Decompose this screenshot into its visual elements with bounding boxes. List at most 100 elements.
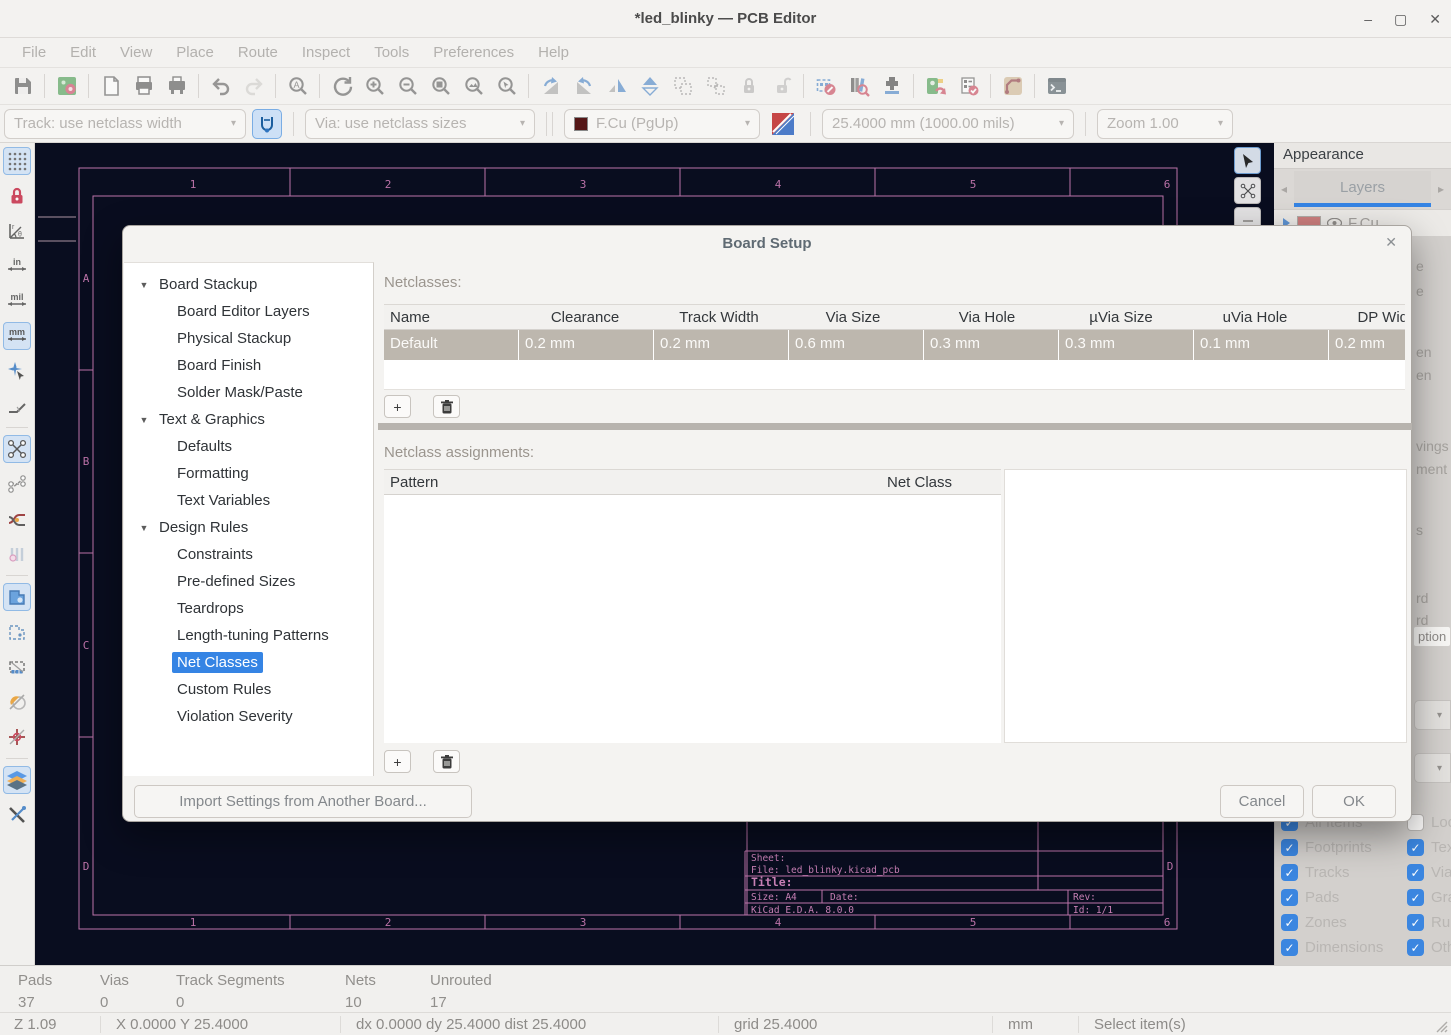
collapse-arrow-icon[interactable]: ▼: [134, 415, 154, 425]
netclass-row-default[interactable]: Default 0.2 mm 0.2 mm 0.6 mm 0.3 mm 0.3 …: [384, 330, 1405, 360]
lock-icon[interactable]: [732, 71, 765, 101]
filter-text[interactable]: ✓Text: [1407, 839, 1451, 856]
checkbox-checked-icon[interactable]: ✓: [1407, 864, 1424, 881]
ok-button[interactable]: OK: [1312, 785, 1396, 818]
unlock-icon[interactable]: [765, 71, 798, 101]
browse-footprints-icon[interactable]: [842, 71, 875, 101]
checkbox-checked-icon[interactable]: ✓: [1281, 839, 1298, 856]
grid-select[interactable]: 25.4000 mm (1000.00 mils) ▾: [822, 109, 1074, 139]
menu-route[interactable]: Route: [226, 44, 290, 61]
tree-item-board-finish[interactable]: Board Finish: [124, 352, 373, 379]
tree-item-net-classes[interactable]: Net Classes: [124, 649, 373, 676]
filter-tracks[interactable]: ✓Tracks: [1281, 864, 1349, 881]
zoom-selection-icon[interactable]: [490, 71, 523, 101]
track-width-select[interactable]: Track: use netclass width ▾: [4, 109, 246, 139]
zoom-fit-page-icon[interactable]: [424, 71, 457, 101]
snap-cursor-icon[interactable]: [3, 357, 31, 385]
insert-footprint-icon[interactable]: [875, 71, 908, 101]
cancel-button[interactable]: Cancel: [1220, 785, 1304, 818]
zoom-in-icon[interactable]: [358, 71, 391, 101]
refresh-view-icon[interactable]: [325, 71, 358, 101]
add-assignment-button[interactable]: +: [384, 750, 411, 773]
menu-help[interactable]: Help: [526, 44, 581, 61]
filter-pads[interactable]: ✓Pads: [1281, 889, 1339, 906]
checkbox-checked-icon[interactable]: ✓: [1407, 939, 1424, 956]
collapse-arrow-icon[interactable]: ▼: [134, 523, 154, 533]
sketch-footprints-icon[interactable]: [3, 653, 31, 681]
undo-icon[interactable]: [204, 71, 237, 101]
edit-footprint-icon[interactable]: [809, 71, 842, 101]
ungroup-icon[interactable]: [699, 71, 732, 101]
flip-horizontal-icon[interactable]: [600, 71, 633, 101]
import-settings-button[interactable]: Import Settings from Another Board...: [134, 785, 472, 818]
menu-place[interactable]: Place: [164, 44, 226, 61]
delete-assignment-button[interactable]: [433, 750, 460, 773]
clipped-dropdown[interactable]: ▾: [1414, 753, 1451, 783]
redo-icon[interactable]: [237, 71, 270, 101]
grid-dots-icon[interactable]: [3, 147, 31, 175]
menu-edit[interactable]: Edit: [58, 44, 108, 61]
zone-outline-icon[interactable]: [3, 618, 31, 646]
curved-ratsnest-icon[interactable]: [3, 470, 31, 498]
group-icon[interactable]: [666, 71, 699, 101]
tree-item-pre-defined-sizes[interactable]: Pre-defined Sizes: [124, 568, 373, 595]
units-mm-icon[interactable]: mm: [3, 322, 31, 350]
scripting-console-icon[interactable]: [1040, 71, 1073, 101]
net-highlight-icon[interactable]: [3, 505, 31, 533]
filter-footprints[interactable]: ✓Footprints: [1281, 839, 1372, 856]
route-inspect-icon[interactable]: [996, 71, 1029, 101]
tree-item-formatting[interactable]: Formatting: [124, 460, 373, 487]
tab-scroll-left-icon[interactable]: ◂: [1274, 182, 1294, 196]
menu-preferences[interactable]: Preferences: [421, 44, 526, 61]
minimize-icon[interactable]: –: [1364, 11, 1372, 27]
print-icon[interactable]: [127, 71, 160, 101]
zoom-fit-objects-icon[interactable]: [457, 71, 490, 101]
checkbox-checked-icon[interactable]: ✓: [1281, 864, 1298, 881]
checkbox-checked-icon[interactable]: ✓: [1407, 889, 1424, 906]
zone-filled-icon[interactable]: [3, 583, 31, 611]
tree-item-constraints[interactable]: Constraints: [124, 541, 373, 568]
mirror-vertical-icon[interactable]: [633, 71, 666, 101]
local-ratsnest-icon[interactable]: [1234, 177, 1261, 204]
filter-vias[interactable]: ✓Vias: [1407, 864, 1451, 881]
menu-view[interactable]: View: [108, 44, 164, 61]
tree-item-defaults[interactable]: Defaults: [124, 433, 373, 460]
checkbox-checked-icon[interactable]: ✓: [1407, 839, 1424, 856]
filter-rule-areas[interactable]: ✓Rule Areas: [1407, 914, 1451, 931]
active-layer-select[interactable]: F.Cu (PgUp) ▾: [564, 109, 760, 139]
sketch-vias-icon[interactable]: [3, 723, 31, 751]
polar-coords-icon[interactable]: rθ: [3, 217, 31, 245]
delete-netclass-button[interactable]: [433, 395, 460, 418]
filter-graphics[interactable]: ✓Graphics: [1407, 889, 1451, 906]
tree-item-length-tuning-patterns[interactable]: Length-tuning Patterns: [124, 622, 373, 649]
tree-item-text-graphics[interactable]: ▼Text & Graphics: [124, 406, 373, 433]
layer-pair-icon[interactable]: [766, 109, 799, 139]
menu-file[interactable]: File: [10, 44, 58, 61]
page-settings-icon[interactable]: [94, 71, 127, 101]
design-rules-check-icon[interactable]: [952, 71, 985, 101]
update-pcb-from-schematic-icon[interactable]: [919, 71, 952, 101]
collapse-arrow-icon[interactable]: ▼: [134, 280, 154, 290]
tree-item-teardrops[interactable]: Teardrops: [124, 595, 373, 622]
select-tool-icon[interactable]: [1234, 147, 1261, 174]
filter-dimensions[interactable]: ✓Dimensions: [1281, 939, 1383, 956]
tab-scroll-right-icon[interactable]: ▸: [1431, 182, 1451, 196]
via-size-select[interactable]: Via: use netclass sizes ▾: [305, 109, 535, 139]
tree-item-design-rules[interactable]: ▼Design Rules: [124, 514, 373, 541]
tree-item-board-stackup[interactable]: ▼Board Stackup: [124, 271, 373, 298]
save-icon[interactable]: [6, 71, 39, 101]
splitter-handle[interactable]: [378, 423, 1412, 430]
menu-inspect[interactable]: Inspect: [290, 44, 362, 61]
close-icon[interactable]: ✕: [1429, 11, 1441, 28]
hide-ratsnest-icon[interactable]: [3, 540, 31, 568]
checkbox-checked-icon[interactable]: ✓: [1281, 939, 1298, 956]
assignments-body[interactable]: [384, 495, 1001, 743]
resize-grip[interactable]: [1434, 1019, 1448, 1033]
tree-item-physical-stackup[interactable]: Physical Stackup: [124, 325, 373, 352]
angle-45-icon[interactable]: [3, 392, 31, 420]
rotate-ccw-icon[interactable]: [534, 71, 567, 101]
checkbox-checked-icon[interactable]: ✓: [1281, 889, 1298, 906]
tree-item-text-variables[interactable]: Text Variables: [124, 487, 373, 514]
tab-layers[interactable]: Layers: [1294, 171, 1431, 207]
filter-other[interactable]: ✓Other: [1407, 939, 1451, 956]
